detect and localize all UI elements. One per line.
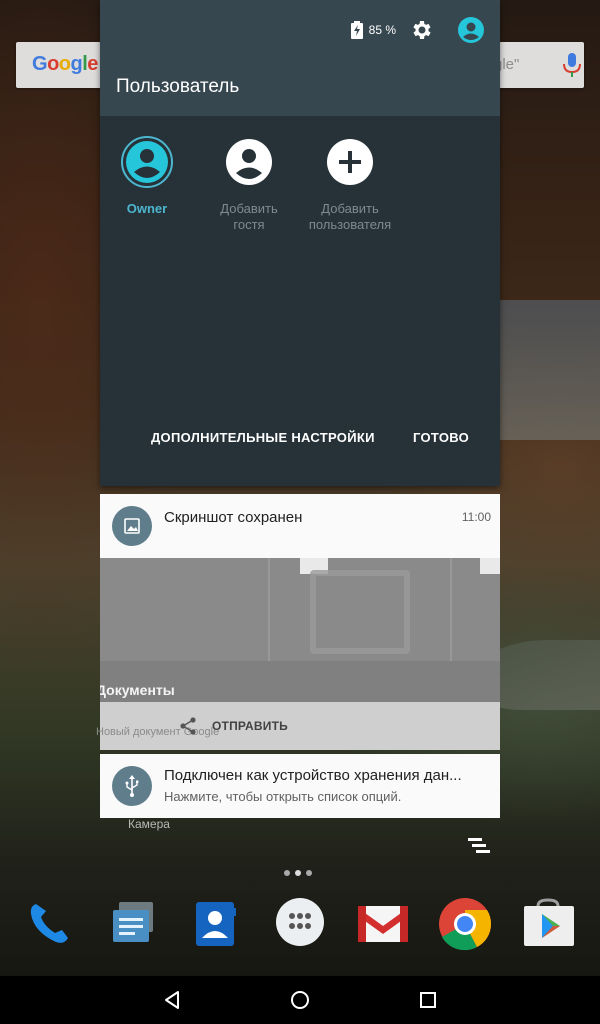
image-icon [124,518,140,534]
preview-docs-label: Документы [100,682,175,698]
navigation-bar [0,976,600,1024]
guest-label-line1: Добавить [220,201,278,216]
clear-all-icon[interactable] [466,836,494,858]
account-circle-icon [121,136,173,188]
page-dot [306,870,312,876]
panel-actions: ДОПОЛНИТЕЛЬНЫЕ НАСТРОЙКИ ГОТОВО [100,430,500,454]
gear-icon[interactable] [410,18,434,42]
user-switcher-panel: 85 % Пользователь Owner Добавить гостя Д… [100,0,500,486]
status-row: 85 % [350,14,484,46]
page-dot [295,870,301,876]
add-user-button[interactable]: Добавить пользователя [300,136,400,233]
owner-avatar [121,136,173,188]
preview-cell [100,558,270,661]
notification-subtitle: Нажмите, чтобы открыть список опций. [164,789,402,804]
add-user-label-line2: пользователя [308,217,392,232]
guest-label: Добавить гостя [199,201,299,233]
messages-icon[interactable] [105,896,161,952]
usb-notification[interactable]: Подключен как устройство хранения дан...… [100,754,500,818]
back-icon[interactable] [160,988,184,1012]
preview-ghost-text: Новый документ Google [96,726,220,738]
send-button[interactable]: ОТПРАВИТЬ [212,719,288,733]
phone-icon[interactable] [22,896,78,952]
screenshot-notification[interactable]: Скриншот сохранен 11:00 [100,494,500,558]
gmail-icon[interactable] [354,896,410,952]
more-settings-button[interactable]: ДОПОЛНИТЕЛЬНЫЕ НАСТРОЙКИ [151,430,375,445]
page-dot [284,870,290,876]
app-drawer-icon[interactable] [272,896,328,952]
guest-label-line2: гостя [233,217,265,232]
share-action-bar[interactable]: Новый документ Google ОТПРАВИТЬ [96,702,500,750]
drive-doc-icon [310,570,410,654]
notification-time: 11:00 [461,510,491,524]
notification-title: Скриншот сохранен [164,509,303,526]
camera-label: Камера [128,817,170,831]
home-icon[interactable] [288,988,312,1012]
notification-title: Подключен как устройство хранения дан... [164,767,462,784]
mic-icon[interactable] [561,52,583,78]
account-circle-icon[interactable] [458,17,484,43]
page-indicator [284,870,312,876]
google-logo: Google [32,53,98,75]
add-user-label-line1: Добавить [321,201,379,216]
user-owner[interactable]: Owner [97,136,197,217]
add-guest-button[interactable]: Добавить гостя [199,136,299,233]
recents-icon[interactable] [416,988,440,1012]
guest-avatar [223,136,275,188]
add-user-avatar [324,136,376,188]
account-circle-icon [226,139,272,185]
panel-header: 85 % Пользователь [100,0,500,116]
preview-tab [480,558,500,574]
contacts-icon[interactable] [188,896,244,952]
chrome-icon[interactable] [437,896,493,952]
panel-title: Пользователь [116,76,240,97]
dock [0,896,600,956]
add-circle-icon [327,139,373,185]
owner-label: Owner [126,201,168,216]
battery-percent: 85 % [368,23,396,37]
notification-icon-bg [112,506,152,546]
share-icon [180,717,196,735]
screenshot-preview[interactable]: Документы [100,558,500,702]
notification-icon-bg [112,766,152,806]
play-store-icon[interactable] [520,896,576,952]
usb-icon [125,775,139,797]
add-user-label: Добавить пользователя [300,201,400,233]
battery-charging-icon [350,21,363,39]
done-button[interactable]: ГОТОВО [413,430,469,445]
